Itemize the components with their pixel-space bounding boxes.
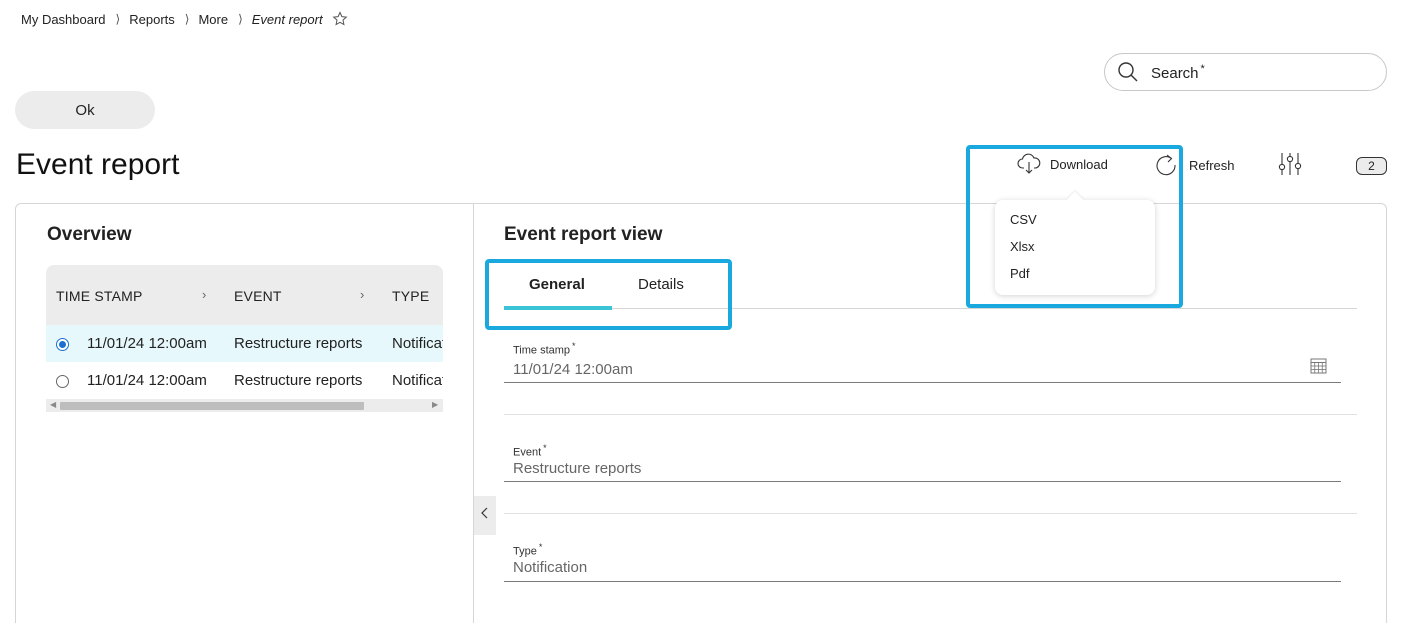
section-divider (504, 414, 1357, 415)
time-stamp-field[interactable]: 11/01/24 12:00am (513, 361, 633, 378)
refresh-label: Refresh (1189, 157, 1235, 173)
download-menu: CSV Xlsx Pdf (995, 200, 1155, 295)
cell-time-stamp: 11/01/24 12:00am (87, 372, 207, 389)
count-badge[interactable]: 2 (1356, 157, 1387, 175)
overview-title: Overview (47, 224, 132, 245)
event-field[interactable]: Restructure reports (513, 460, 641, 477)
scrollbar-thumb[interactable] (60, 402, 364, 410)
field-label-type: Type * (513, 542, 543, 558)
star-icon[interactable] (332, 11, 348, 27)
collapse-panel-button[interactable] (474, 496, 496, 535)
cell-type: Notification (392, 335, 443, 352)
download-option-pdf[interactable]: Pdf (995, 264, 1155, 291)
tabs-divider (504, 308, 1357, 309)
cell-event: Restructure reports (234, 372, 363, 389)
search-input[interactable]: Search * (1104, 53, 1387, 91)
breadcrumb: My Dashboard ⟩ Reports ⟩ More ⟩ Event re… (21, 11, 348, 27)
overview-table: TIME STAMP › EVENT › TYPE 11/01/24 12:00… (46, 265, 443, 412)
calendar-icon[interactable] (1310, 357, 1327, 374)
cell-event: Restructure reports (234, 335, 363, 352)
page-title: Event report (16, 148, 180, 181)
breadcrumb-separator: ⟩ (115, 12, 121, 26)
column-header-type[interactable]: TYPE (392, 288, 429, 304)
section-divider (504, 513, 1357, 514)
filter-settings-button[interactable] (1277, 151, 1303, 177)
refresh-button[interactable]: Refresh (1154, 153, 1235, 177)
search-placeholder: Search * (1151, 62, 1205, 82)
table-row[interactable]: 11/01/24 12:00am Restructure reports Not… (46, 362, 443, 399)
download-label: Download (1050, 156, 1108, 172)
breadcrumb-reports[interactable]: Reports (129, 12, 175, 27)
field-label-event: Event * (513, 443, 547, 459)
sort-chevron-icon[interactable]: › (202, 287, 206, 302)
field-label-time-stamp: Time stamp * (513, 341, 576, 357)
horizontal-scrollbar[interactable]: ◀ ▶ (46, 399, 443, 412)
column-header-time-stamp[interactable]: TIME STAMP (56, 288, 143, 304)
field-underline (504, 481, 1341, 482)
active-tab-indicator (504, 306, 612, 310)
view-title: Event report view (504, 224, 663, 245)
sort-chevron-icon[interactable]: › (360, 287, 364, 302)
tab-details[interactable]: Details (638, 276, 684, 293)
row-radio[interactable] (56, 375, 69, 388)
sliders-icon (1277, 151, 1303, 177)
table-row[interactable]: 11/01/24 12:00am Restructure reports Not… (46, 325, 443, 362)
column-header-event[interactable]: EVENT (234, 288, 282, 304)
table-header: TIME STAMP › EVENT › TYPE (46, 265, 443, 325)
breadcrumb-separator: ⟩ (238, 12, 243, 26)
refresh-icon (1154, 153, 1178, 177)
cloud-download-icon (1017, 153, 1041, 175)
chevron-left-icon (480, 506, 490, 525)
breadcrumb-separator: ⟩ (184, 12, 190, 26)
ok-button[interactable]: Ok (15, 91, 155, 129)
field-underline (504, 382, 1341, 383)
field-underline (504, 581, 1341, 582)
breadcrumb-my-dashboard[interactable]: My Dashboard (21, 12, 106, 27)
breadcrumb-current: Event report (251, 11, 323, 27)
row-radio[interactable] (56, 338, 69, 351)
cell-type: Notification (392, 372, 443, 389)
type-field[interactable]: Notification (513, 559, 587, 576)
breadcrumb-more[interactable]: More (198, 12, 228, 27)
scroll-left-icon[interactable]: ◀ (50, 400, 56, 409)
download-option-csv[interactable]: CSV (995, 210, 1155, 237)
search-icon (1117, 61, 1139, 83)
scroll-right-icon[interactable]: ▶ (432, 400, 438, 409)
download-option-xlsx[interactable]: Xlsx (995, 237, 1155, 264)
tab-general[interactable]: General (529, 276, 585, 293)
cell-time-stamp: 11/01/24 12:00am (87, 335, 207, 352)
panel-divider (473, 204, 474, 623)
download-button[interactable]: Download (1017, 153, 1108, 175)
